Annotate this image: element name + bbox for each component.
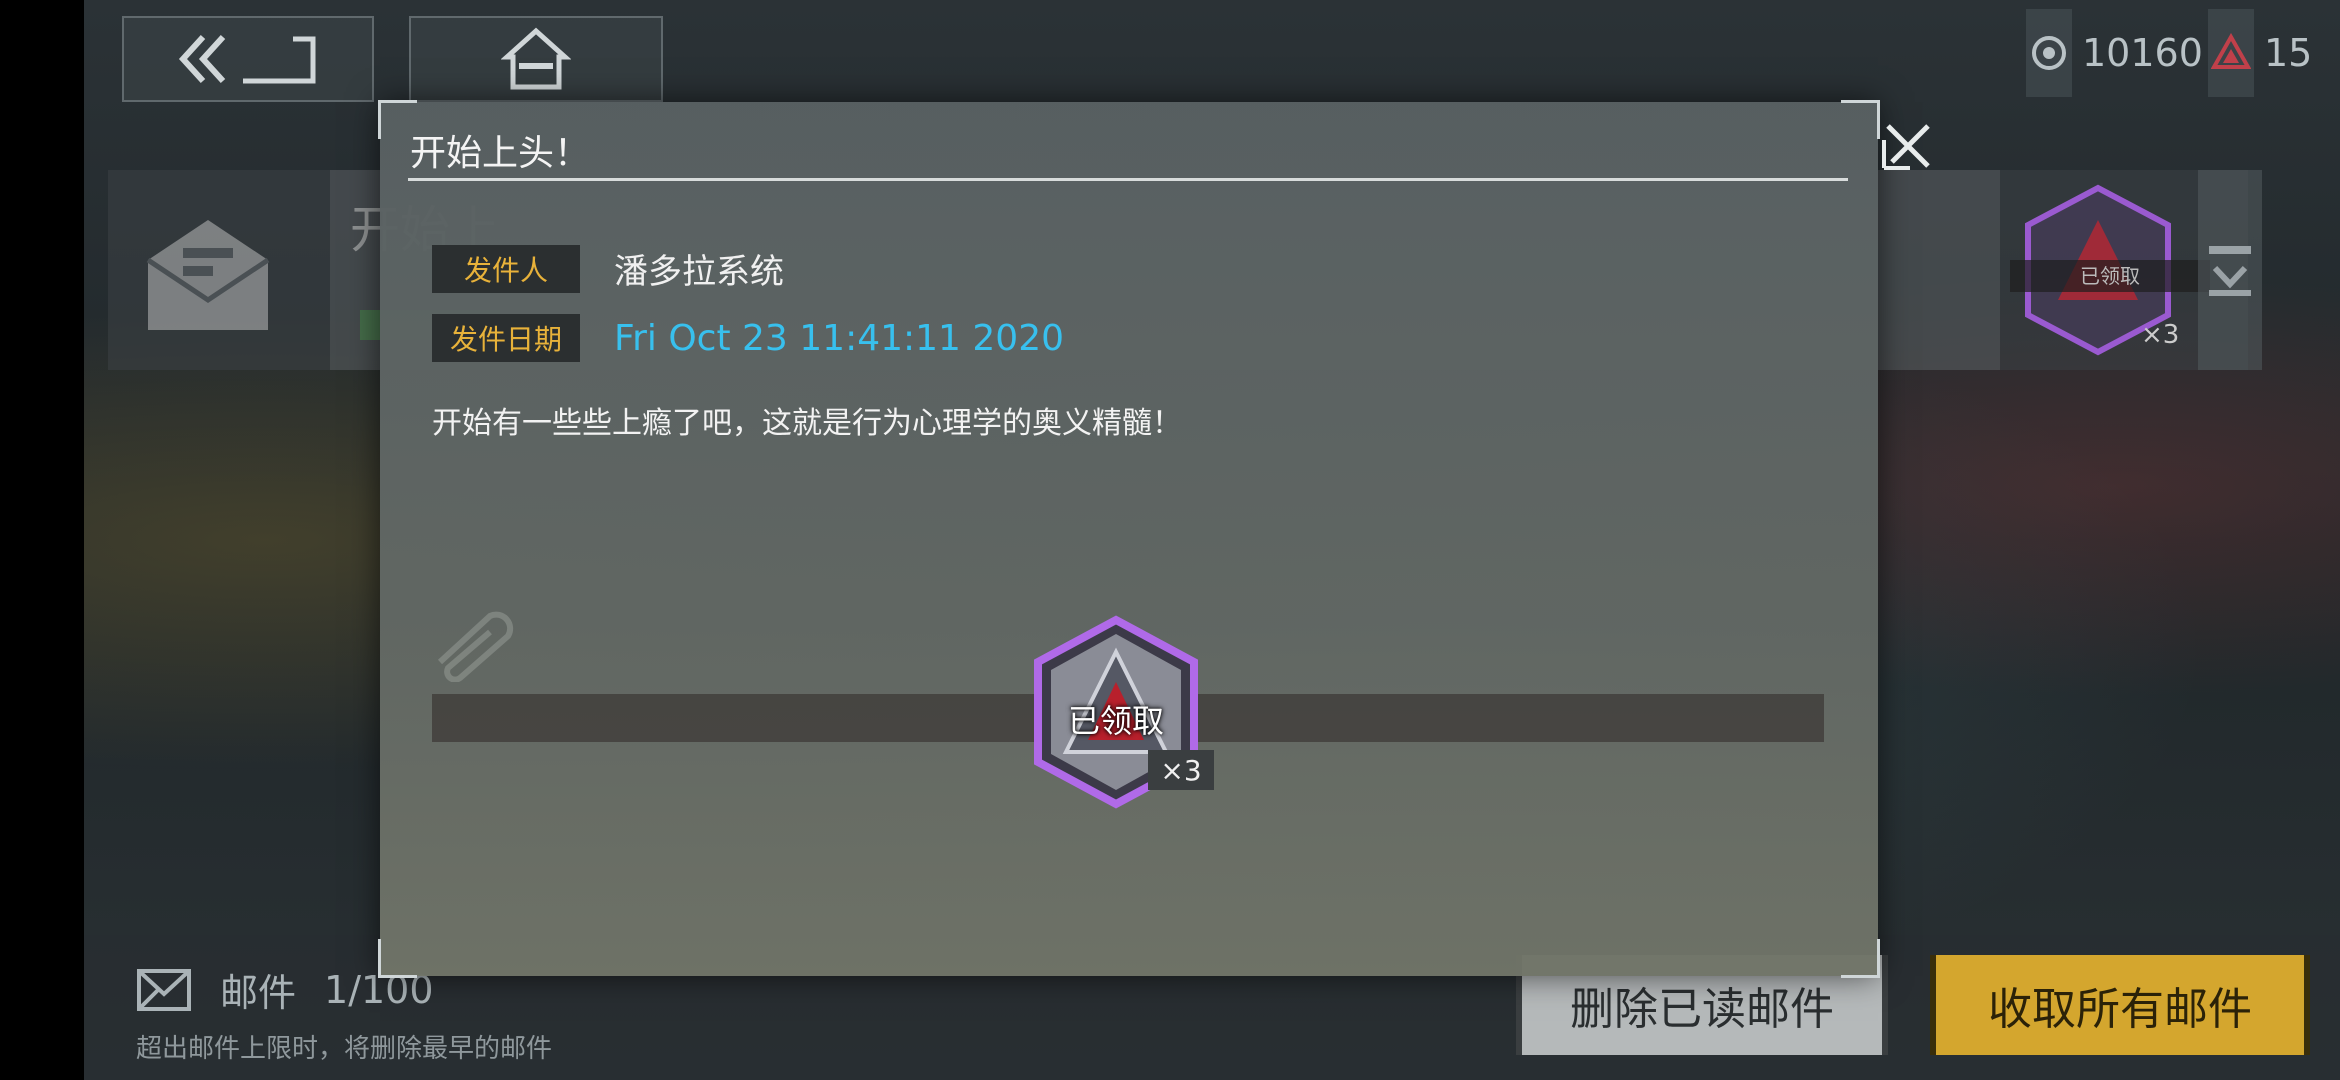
mail-detail-dialog: 开始上头！ 发件人 潘多拉系统 发件日期 Fri Oct 23 11:41:11… bbox=[378, 100, 1930, 978]
home-icon bbox=[501, 27, 571, 90]
open-envelope-icon bbox=[146, 220, 270, 330]
double-chevron-back-icon bbox=[178, 34, 316, 84]
dialog-corner bbox=[1841, 939, 1880, 978]
date-row: 发件日期 Fri Oct 23 11:41:11 2020 bbox=[432, 314, 1064, 362]
currency-secondary: 15 bbox=[2208, 9, 2313, 97]
mail-counter-label: 邮件 bbox=[220, 971, 297, 1015]
sender-value: 潘多拉系统 bbox=[614, 252, 784, 292]
reward-claimed-label: 已领取 bbox=[1067, 702, 1164, 740]
mail-list-item-reward-qty: ×3 bbox=[2141, 320, 2180, 350]
currency-primary: 10160 bbox=[2026, 9, 2203, 97]
collect-all-mail-button[interactable]: 收取所有邮件 bbox=[1930, 955, 2310, 1055]
collect-mail-button[interactable] bbox=[2198, 170, 2262, 370]
dialog-corner bbox=[1841, 100, 1880, 139]
dialog-divider bbox=[408, 178, 1848, 181]
reward-quantity: ×3 bbox=[1148, 750, 1214, 790]
home-button[interactable] bbox=[409, 16, 663, 102]
paperclip-icon bbox=[437, 611, 514, 682]
back-button[interactable] bbox=[122, 16, 374, 102]
eye-token-icon bbox=[2026, 9, 2072, 97]
currency-secondary-value: 15 bbox=[2264, 31, 2313, 75]
sender-row: 发件人 潘多拉系统 bbox=[432, 244, 784, 293]
close-icon[interactable] bbox=[1880, 116, 1936, 172]
dialog-corner bbox=[378, 939, 417, 978]
sender-label: 发件人 bbox=[432, 244, 580, 293]
mail-icon bbox=[137, 968, 191, 1011]
date-label: 发件日期 bbox=[432, 314, 580, 362]
message-body: 开始有一些些上瘾了吧，这就是行为心理学的奥义精髓！ bbox=[432, 406, 1182, 441]
download-icon bbox=[2209, 246, 2251, 296]
dialog-title: 开始上头！ bbox=[410, 133, 591, 174]
mail-limit-note: 超出邮件上限时，将删除最早的邮件 bbox=[136, 1034, 553, 1064]
red-triangle-crystal-icon bbox=[2208, 9, 2254, 97]
mail-list-item-reward-status: 已领取 bbox=[2010, 260, 2210, 292]
date-value: Fri Oct 23 11:41:11 2020 bbox=[614, 317, 1065, 359]
currency-primary-value: 10160 bbox=[2082, 31, 2203, 75]
